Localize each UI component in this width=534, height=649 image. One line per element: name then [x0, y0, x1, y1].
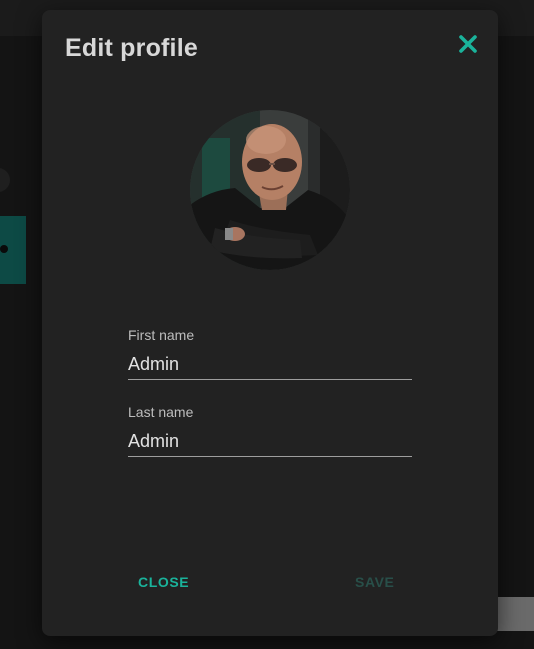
avatar[interactable]	[190, 110, 350, 270]
save-button[interactable]: SAVE	[355, 568, 395, 596]
dialog-title: Edit profile	[65, 34, 198, 62]
background-nav-dot	[0, 245, 8, 253]
close-x-icon[interactable]	[457, 33, 479, 55]
close-button[interactable]: CLOSE	[138, 568, 189, 596]
edit-profile-dialog: Edit profile First name Admin Last name …	[42, 10, 498, 636]
last-name-input[interactable]	[128, 427, 412, 457]
background-panel	[497, 597, 534, 631]
first-name-label: First name	[128, 327, 195, 343]
last-name-field: Last name	[128, 403, 412, 457]
first-name-input[interactable]	[128, 350, 412, 380]
first-name-field: First name	[128, 326, 412, 380]
profile-photo	[190, 110, 350, 270]
last-name-label: Last name	[128, 404, 194, 420]
